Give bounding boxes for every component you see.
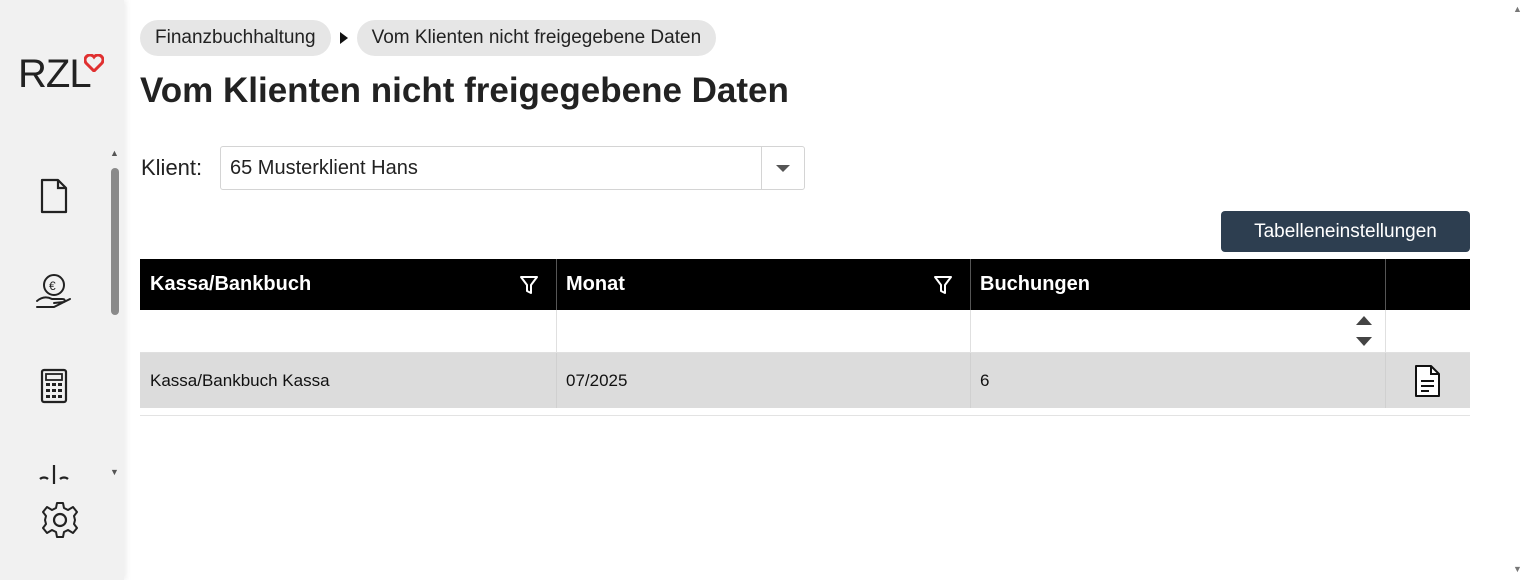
cell-buchungen: 6 xyxy=(980,371,990,390)
breadcrumb-item-current[interactable]: Vom Klienten nicht freigegebene Daten xyxy=(356,20,717,56)
column-header-monat[interactable]: Monat xyxy=(556,259,970,310)
app-logo: RZL xyxy=(18,52,92,96)
breadcrumb: Finanzbuchhaltung Vom Klienten nicht fre… xyxy=(140,20,717,56)
table-row[interactable]: Kassa/Bankbuch Kassa 07/2025 6 xyxy=(140,353,1470,408)
filter-icon[interactable] xyxy=(519,274,539,296)
chevron-down-icon[interactable] xyxy=(776,165,790,172)
column-header-buchungen[interactable]: Buchungen xyxy=(970,259,1385,310)
page-scroll-down-icon[interactable]: ▼ xyxy=(1513,564,1522,574)
sidebar-scroll-up-icon[interactable]: ▲ xyxy=(110,148,119,158)
column-divider xyxy=(1385,310,1386,353)
main-content: Finanzbuchhaltung Vom Klienten nicht fre… xyxy=(124,0,1510,580)
column-divider xyxy=(556,310,557,353)
euro-hand-icon[interactable]: € xyxy=(34,271,74,311)
svg-text:€: € xyxy=(49,279,56,293)
column-divider xyxy=(970,310,971,353)
logo-heart-icon xyxy=(84,54,104,72)
sort-up-icon[interactable] xyxy=(1356,316,1372,325)
table-footer-line xyxy=(140,408,1470,416)
client-label: Klient: xyxy=(141,155,203,180)
breadcrumb-item-finanzbuchhaltung[interactable]: Finanzbuchhaltung xyxy=(140,20,331,56)
scale-icon[interactable] xyxy=(34,461,74,484)
sidebar-scroll-down-icon[interactable]: ▼ xyxy=(110,467,119,477)
table-settings-button[interactable]: Tabelleneinstellungen xyxy=(1221,211,1470,252)
cell-monat: 07/2025 xyxy=(566,371,628,390)
cell-kassa: Kassa/Bankbuch Kassa xyxy=(150,371,330,390)
calculator-icon[interactable] xyxy=(34,366,74,406)
sidebar: RZL € ▲ ▼ xyxy=(0,0,124,580)
client-select[interactable]: 65 Musterklient Hans xyxy=(220,146,805,190)
filter-row xyxy=(140,310,1470,353)
filter-icon[interactable] xyxy=(933,274,953,296)
document-icon[interactable] xyxy=(34,176,74,216)
page-scroll-up-icon[interactable]: ▲ xyxy=(1513,4,1522,14)
table-header: Kassa/Bankbuch Monat Buchungen xyxy=(140,259,1470,310)
sidebar-scroll-thumb[interactable] xyxy=(111,168,119,315)
gear-icon[interactable] xyxy=(40,500,80,540)
column-header-actions xyxy=(1385,259,1470,310)
page-scrollbar[interactable]: ▲ ▼ xyxy=(1510,0,1525,580)
column-header-kassa[interactable]: Kassa/Bankbuch xyxy=(140,259,556,310)
sort-down-icon[interactable] xyxy=(1356,337,1372,346)
client-select-value: 65 Musterklient Hans xyxy=(230,157,418,179)
document-icon[interactable] xyxy=(1412,363,1442,399)
client-select-divider xyxy=(761,147,762,189)
page-title: Vom Klienten nicht freigegebene Daten xyxy=(140,71,789,110)
sidebar-nav: € xyxy=(0,146,124,484)
column-divider xyxy=(1385,353,1386,408)
breadcrumb-separator-icon xyxy=(339,32,348,44)
